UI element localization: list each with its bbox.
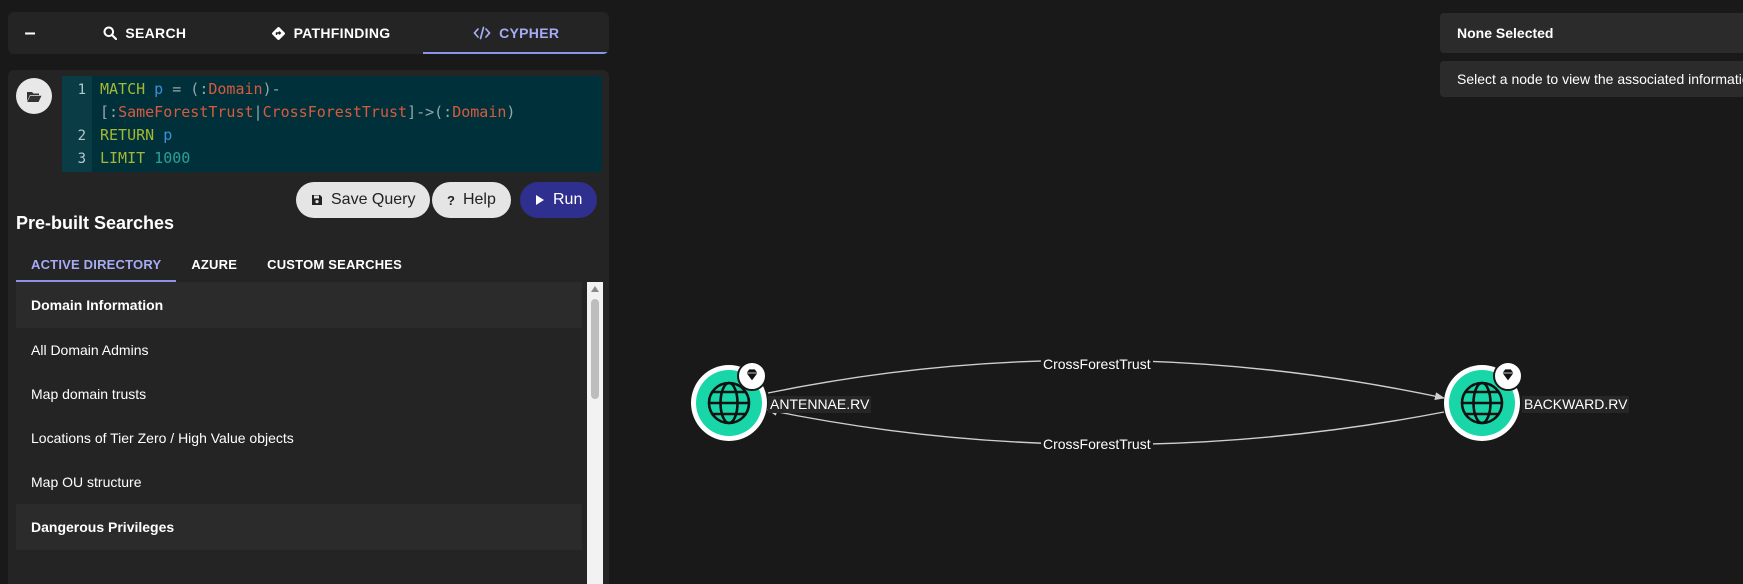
- graph-node[interactable]: [1444, 361, 1523, 441]
- node-label[interactable]: ANTENNAE.RV: [768, 396, 872, 413]
- node-label[interactable]: BACKWARD.RV: [1522, 396, 1630, 413]
- info-panel-title[interactable]: None Selected: [1440, 13, 1743, 53]
- info-panel-message: Select a node to view the associated inf…: [1440, 61, 1743, 97]
- edge-label[interactable]: CrossForestTrust: [1041, 356, 1153, 372]
- graph-node[interactable]: [691, 361, 767, 441]
- edge-label[interactable]: CrossForestTrust: [1041, 436, 1153, 452]
